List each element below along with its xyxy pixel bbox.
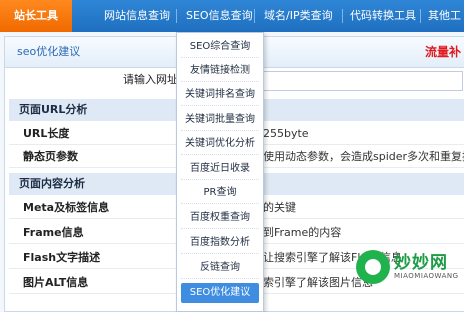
menu-item-pr-query[interactable]: PR查询 [181, 183, 259, 204]
menu-item-seo-advice[interactable]: SEO优化建议 [181, 283, 259, 303]
menu-item-baidu-weight[interactable]: 百度权重查询 [181, 208, 259, 229]
row-key: Flash文字描述 [23, 251, 101, 264]
row-value: 255byte [263, 127, 309, 140]
nav-divider [420, 9, 421, 23]
row-key: Meta及标签信息 [23, 201, 110, 214]
menu-item-backlink-query[interactable]: 反链查询 [181, 258, 259, 279]
watermark-subtitle: MIAOMIAOWANG [394, 272, 459, 280]
menu-item-keyword-batch[interactable]: 关键词批量查询 [181, 110, 259, 131]
nav-divider [176, 9, 177, 23]
nav-divider [254, 9, 255, 23]
row-value: 的关键 [263, 201, 296, 214]
logo-icon [356, 250, 390, 284]
nav-tab-domain-ip[interactable]: 域名/IP类查询 [264, 0, 333, 32]
traffic-promo-link[interactable]: 流量补 [425, 37, 461, 67]
row-key: 静态页参数 [23, 150, 78, 163]
menu-item-keyword-optimize[interactable]: 关键词优化分析 [181, 134, 259, 155]
menu-item-keyword-rank[interactable]: 关键词排名查询 [181, 85, 259, 106]
watermark-title: 妙妙网 [394, 253, 448, 273]
nav-tab-seo-info[interactable]: SEO信息查询 [186, 0, 253, 32]
top-navigation: 站长工具 网站信息查询 SEO信息查询 域名/IP类查询 代码转换工具 其他工 [0, 0, 464, 32]
row-key: Frame信息 [23, 226, 84, 239]
row-key: 图片ALT信息 [23, 276, 89, 289]
menu-item-friend-link-check[interactable]: 友情链接检测 [181, 61, 259, 82]
url-label: 请输入网址 [123, 73, 178, 86]
nav-tab-code-convert[interactable]: 代码转换工具 [350, 0, 416, 32]
menu-item-seo-overview[interactable]: SEO综合查询 [181, 37, 259, 58]
row-value: 到Frame的内容 [263, 226, 342, 239]
nav-tab-site-info[interactable]: 网站信息查询 [104, 0, 170, 32]
menu-item-baidu-recent-index[interactable]: 百度近日收录 [181, 159, 259, 180]
menu-item-baidu-index[interactable]: 百度指数分析 [181, 233, 259, 254]
panel-title: seo优化建议 [17, 45, 81, 58]
nav-divider [342, 9, 343, 23]
row-value: 使用动态参数，会造成spider多次和重复抓取 [263, 150, 464, 163]
row-key: URL长度 [23, 127, 70, 140]
seo-info-dropdown-menu: SEO综合查询 友情链接检测 关键词排名查询 关键词批量查询 关键词优化分析 百… [176, 32, 264, 312]
nav-tab-webmaster-tools[interactable]: 站长工具 [0, 0, 72, 32]
nav-tab-other[interactable]: 其他工 [428, 0, 461, 32]
site-watermark-logo: 妙妙网 MIAOMIAOWANG [352, 236, 460, 302]
